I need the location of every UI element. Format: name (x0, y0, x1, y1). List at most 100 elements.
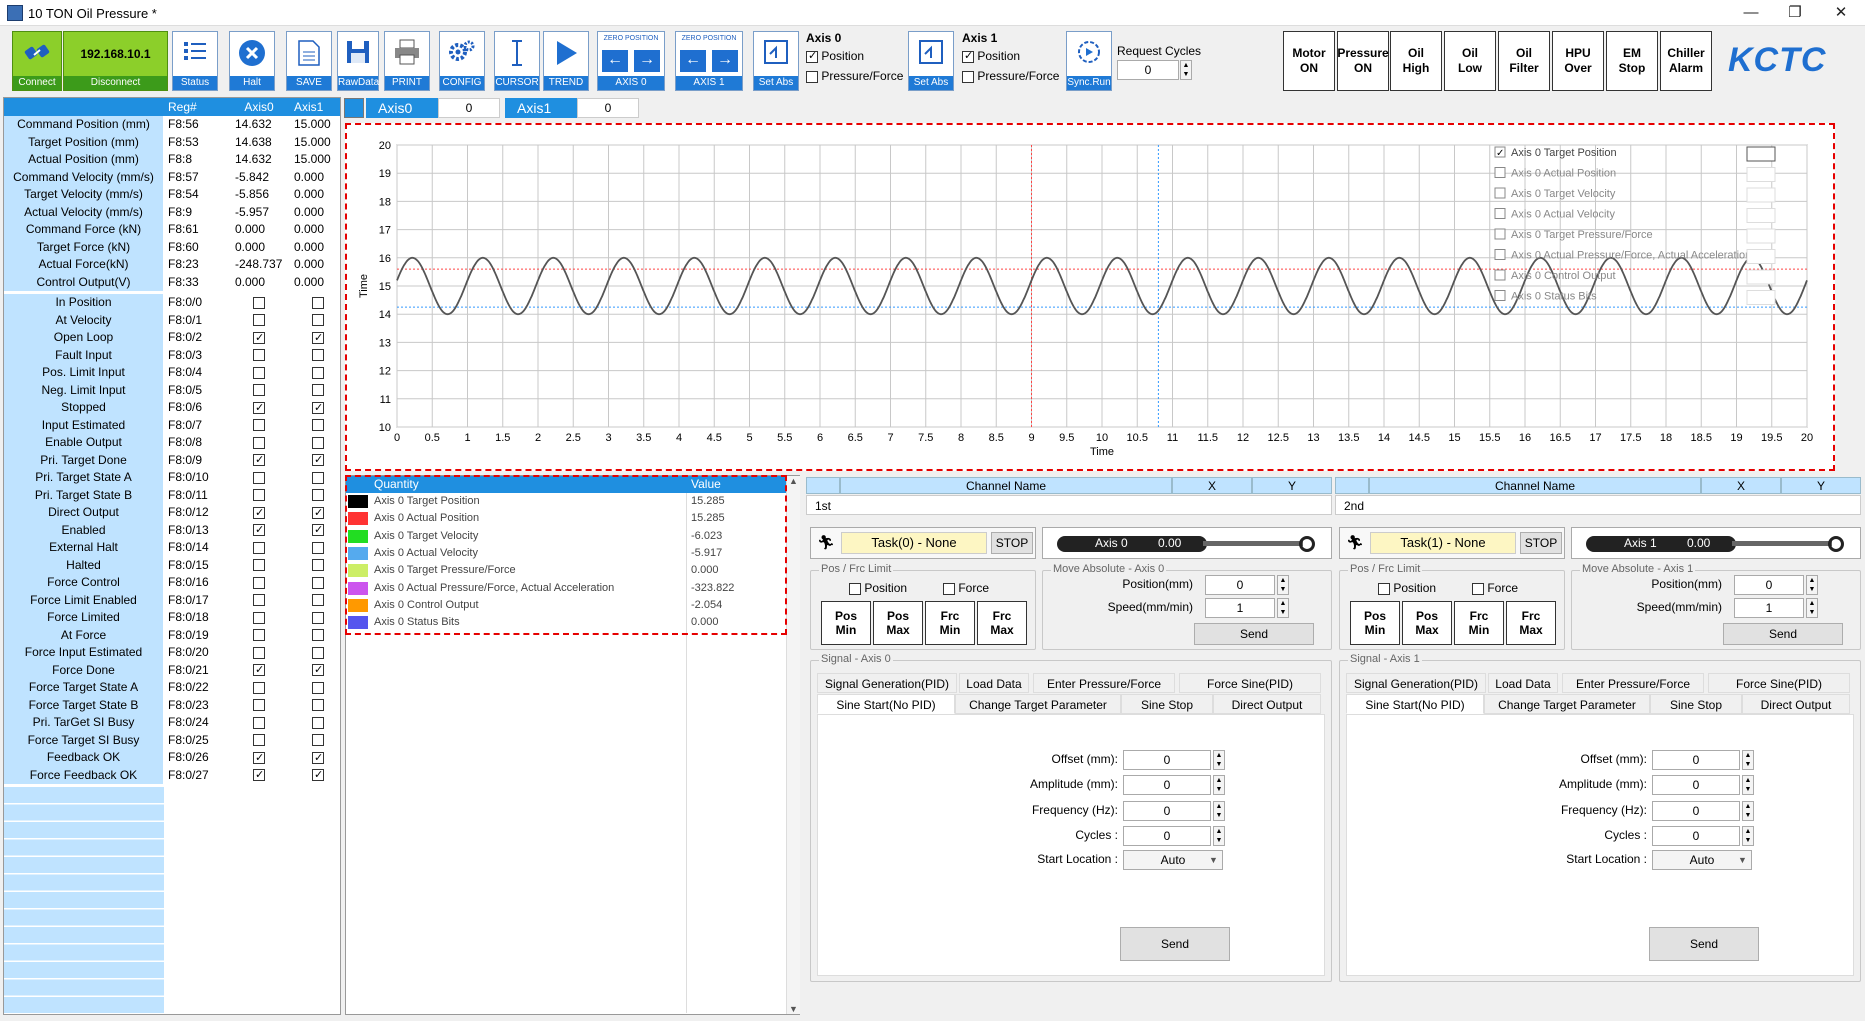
axis1-flag-checkbox[interactable] (312, 699, 324, 712)
offset-input[interactable]: 0 (1652, 750, 1740, 770)
tab-signal-generation[interactable]: Signal Generation(PID) (817, 673, 957, 693)
oil-low-indicator[interactable]: Oil Low (1444, 31, 1496, 91)
frequency-input[interactable]: 0 (1652, 801, 1740, 821)
channel-row[interactable]: 1st (806, 495, 1332, 515)
axis0-flag-checkbox[interactable] (253, 541, 265, 554)
axis0-flag-checkbox[interactable] (253, 419, 265, 432)
axis0-flag-checkbox[interactable] (253, 750, 265, 767)
limit-force-option[interactable]: Force (1472, 581, 1518, 595)
axis1-flag-checkbox[interactable] (312, 559, 324, 572)
amplitude-input[interactable]: 0 (1123, 775, 1211, 795)
axis1-flag-checkbox[interactable] (312, 436, 324, 449)
motor-on-indicator[interactable]: Motor ON (1283, 31, 1335, 91)
axis0-flag-checkbox[interactable] (253, 314, 265, 327)
offset-input[interactable]: 0 (1123, 750, 1211, 770)
axis1-position-option[interactable]: Position (962, 49, 1020, 63)
quantity-row[interactable]: Axis 0 Target Pressure/Force 0.000 (346, 562, 786, 579)
maximize-button[interactable]: ❐ (1772, 0, 1818, 26)
axis1-pressure-option[interactable]: Pressure/Force (962, 69, 1059, 83)
axis1-tab[interactable]: Axis1 (505, 98, 577, 118)
cycles-input[interactable]: 0 (1123, 826, 1211, 846)
axis0-flag-checkbox[interactable] (253, 400, 265, 417)
chart-tool-icon[interactable] (344, 98, 364, 118)
axis0-flag-checkbox[interactable] (253, 559, 265, 572)
frequency-input[interactable]: 0 (1123, 801, 1211, 821)
tab-direct-output[interactable]: Direct Output (1742, 694, 1850, 714)
axis0-tab[interactable]: Axis0 (366, 98, 438, 118)
checkbox[interactable] (1472, 582, 1484, 595)
axis1-flag-checkbox[interactable] (312, 611, 324, 624)
move-speed-input[interactable]: 1 (1734, 598, 1804, 618)
move-position-input[interactable]: 0 (1734, 575, 1804, 595)
print-button[interactable]: PRINT (384, 31, 430, 91)
tab-sine-stop[interactable]: Sine Stop (1650, 694, 1742, 714)
trend-button[interactable]: TREND (543, 31, 589, 91)
axis1-flag-checkbox[interactable] (312, 629, 324, 642)
cycles-spinner[interactable]: ▲ ▼ (1213, 826, 1225, 846)
frc-max-button[interactable]: Frc Max (1506, 601, 1556, 645)
halt-button[interactable]: Halt (229, 31, 275, 91)
tab-sine-start[interactable]: Sine Start(No PID) (817, 694, 955, 714)
stop-button[interactable]: STOP (991, 532, 1033, 554)
checkbox[interactable] (943, 582, 955, 595)
pos-min-button[interactable]: Pos Min (821, 601, 871, 645)
tab-force-sine[interactable]: Force Sine(PID) (1179, 673, 1321, 693)
move-send-button[interactable]: Send (1723, 623, 1843, 645)
axis0-flag-checkbox[interactable] (253, 646, 265, 659)
channel-row[interactable]: 2nd (1335, 495, 1861, 515)
tab-force-sine[interactable]: Force Sine(PID) (1708, 673, 1850, 693)
axis0-pressure-option[interactable]: Pressure/Force (806, 69, 903, 83)
tab-sine-stop[interactable]: Sine Stop (1121, 694, 1213, 714)
axis0-position-option[interactable]: Position (806, 49, 864, 63)
axis1-flag-checkbox[interactable] (312, 400, 324, 417)
pos-min-button[interactable]: Pos Min (1350, 601, 1400, 645)
limit-position-option[interactable]: Position (849, 581, 907, 595)
axis1-flag-checkbox[interactable] (312, 349, 324, 362)
quantity-row[interactable]: Axis 0 Control Output -2.054 (346, 597, 786, 614)
request-cycles-input[interactable]: 0 (1117, 60, 1179, 80)
axis0-flag-checkbox[interactable] (253, 611, 265, 624)
amplitude-spinner[interactable]: ▲ ▼ (1213, 775, 1225, 795)
axis0-flag-checkbox[interactable] (253, 452, 265, 469)
quantity-row[interactable]: Axis 0 Target Position 15.285 (346, 493, 786, 510)
pos-max-button[interactable]: Pos Max (873, 601, 923, 645)
move-speed-spinner[interactable]: ▲ ▼ (1806, 598, 1818, 618)
axis0-flag-checkbox[interactable] (253, 522, 265, 539)
axis1-flag-checkbox[interactable] (312, 489, 324, 502)
axis1-flag-checkbox[interactable] (312, 505, 324, 522)
axis1-flag-checkbox[interactable] (312, 522, 324, 539)
axis0-flag-checkbox[interactable] (253, 734, 265, 747)
axis0-flag-checkbox[interactable] (253, 699, 265, 712)
axis1-flag-checkbox[interactable] (312, 452, 324, 469)
axis1-flag-checkbox[interactable] (312, 366, 324, 379)
amplitude-input[interactable]: 0 (1652, 775, 1740, 795)
sync-run-button[interactable]: Sync.Run (1066, 31, 1112, 91)
cycles-input[interactable]: 0 (1652, 826, 1740, 846)
close-button[interactable]: ✕ (1818, 0, 1864, 26)
axis0-flag-checkbox[interactable] (253, 489, 265, 502)
scroll-up-icon[interactable]: ▲ (787, 476, 800, 486)
axis0-flag-checkbox[interactable] (253, 505, 265, 522)
move-speed-input[interactable]: 1 (1205, 598, 1275, 618)
axis0-flag-checkbox[interactable] (253, 296, 265, 309)
minimize-button[interactable]: — (1728, 0, 1774, 26)
axis0-flag-checkbox[interactable] (253, 681, 265, 694)
axis0-flag-checkbox[interactable] (253, 471, 265, 484)
rawdata-button[interactable]: RawData (337, 31, 379, 91)
axis1-flag-checkbox[interactable] (312, 576, 324, 589)
axis0-flag-checkbox[interactable] (253, 330, 265, 347)
hpu-over-indicator[interactable]: HPU Over (1552, 31, 1604, 91)
move-speed-spinner[interactable]: ▲ ▼ (1277, 598, 1289, 618)
chevron-down-icon[interactable]: ▼ (1735, 852, 1750, 868)
axis1-flag-checkbox[interactable] (312, 646, 324, 659)
scroll-down-icon[interactable]: ▼ (787, 1004, 800, 1014)
axis0-flag-checkbox[interactable] (253, 662, 265, 679)
axis1-flag-checkbox[interactable] (312, 750, 324, 767)
tab-enter-pressure[interactable]: Enter Pressure/Force (1033, 673, 1175, 693)
checkbox[interactable] (962, 70, 974, 83)
axis0-flag-checkbox[interactable] (253, 384, 265, 397)
quantity-row[interactable]: Axis 0 Actual Pressure/Force, Actual Acc… (346, 580, 786, 597)
tab-sine-start[interactable]: Sine Start(No PID) (1346, 694, 1484, 714)
axis1-flag-checkbox[interactable] (312, 471, 324, 484)
pressure-on-indicator[interactable]: Pressure ON (1337, 31, 1389, 91)
